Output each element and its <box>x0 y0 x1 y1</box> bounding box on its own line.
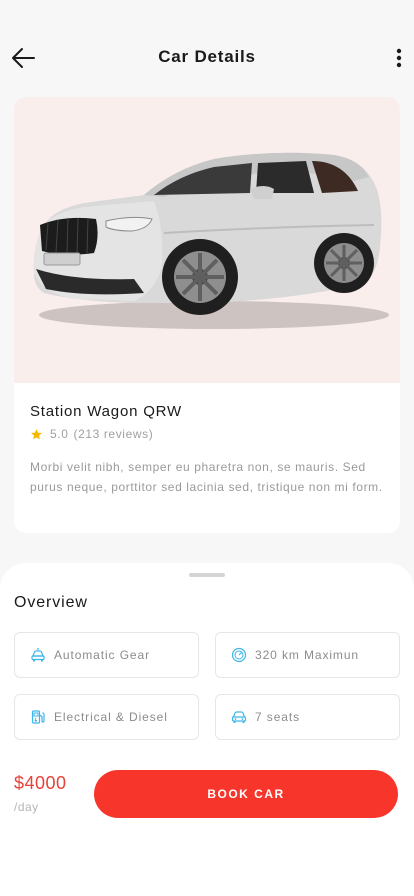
rating-value: 5.0 <box>50 427 69 441</box>
star-icon <box>31 428 42 439</box>
more-options-button[interactable] <box>394 46 404 70</box>
car-photo <box>33 152 389 329</box>
car-seats-icon <box>231 711 247 723</box>
speedometer-icon <box>231 647 247 663</box>
car-details-screen: Car Details Station Wagon QRW 5.0 (213 r… <box>0 0 414 896</box>
overview-sheet: Overview Automatic Gear 320 km Maximun E… <box>0 563 414 896</box>
page-title: Car Details <box>158 47 256 66</box>
feature-fuel-type: Electrical & Diesel <box>14 694 199 740</box>
car-name: Station Wagon QRW <box>30 403 182 420</box>
feature-label: Electrical & Diesel <box>54 710 168 724</box>
feature-label: Automatic Gear <box>54 648 150 662</box>
overview-title: Overview <box>14 594 88 611</box>
more-vertical-icon <box>396 48 402 68</box>
drag-handle[interactable] <box>189 573 225 577</box>
feature-automatic-gear: Automatic Gear <box>14 632 199 678</box>
price-period: /day <box>14 800 39 814</box>
top-bar: Car Details <box>0 0 414 96</box>
book-car-button[interactable]: BOOK CAR <box>94 770 398 818</box>
car-gear-icon <box>31 648 45 662</box>
price: $4000 <box>14 773 67 793</box>
car-info-card: Station Wagon QRW 5.0 (213 reviews) Morbi… <box>14 97 400 533</box>
car-description: Morbi velit nibh, semper eu pharetra non… <box>30 460 383 494</box>
feature-label: 7 seats <box>255 710 300 724</box>
feature-seats: 7 seats <box>215 694 400 740</box>
rating: 5.0 (213 reviews) <box>30 427 158 441</box>
fuel-pump-icon <box>31 710 45 724</box>
feature-max-distance: 320 km Maximun <box>215 632 400 678</box>
car-image <box>14 97 400 383</box>
feature-label: 320 km Maximun <box>255 648 359 662</box>
review-count: (213 reviews) <box>73 427 154 441</box>
